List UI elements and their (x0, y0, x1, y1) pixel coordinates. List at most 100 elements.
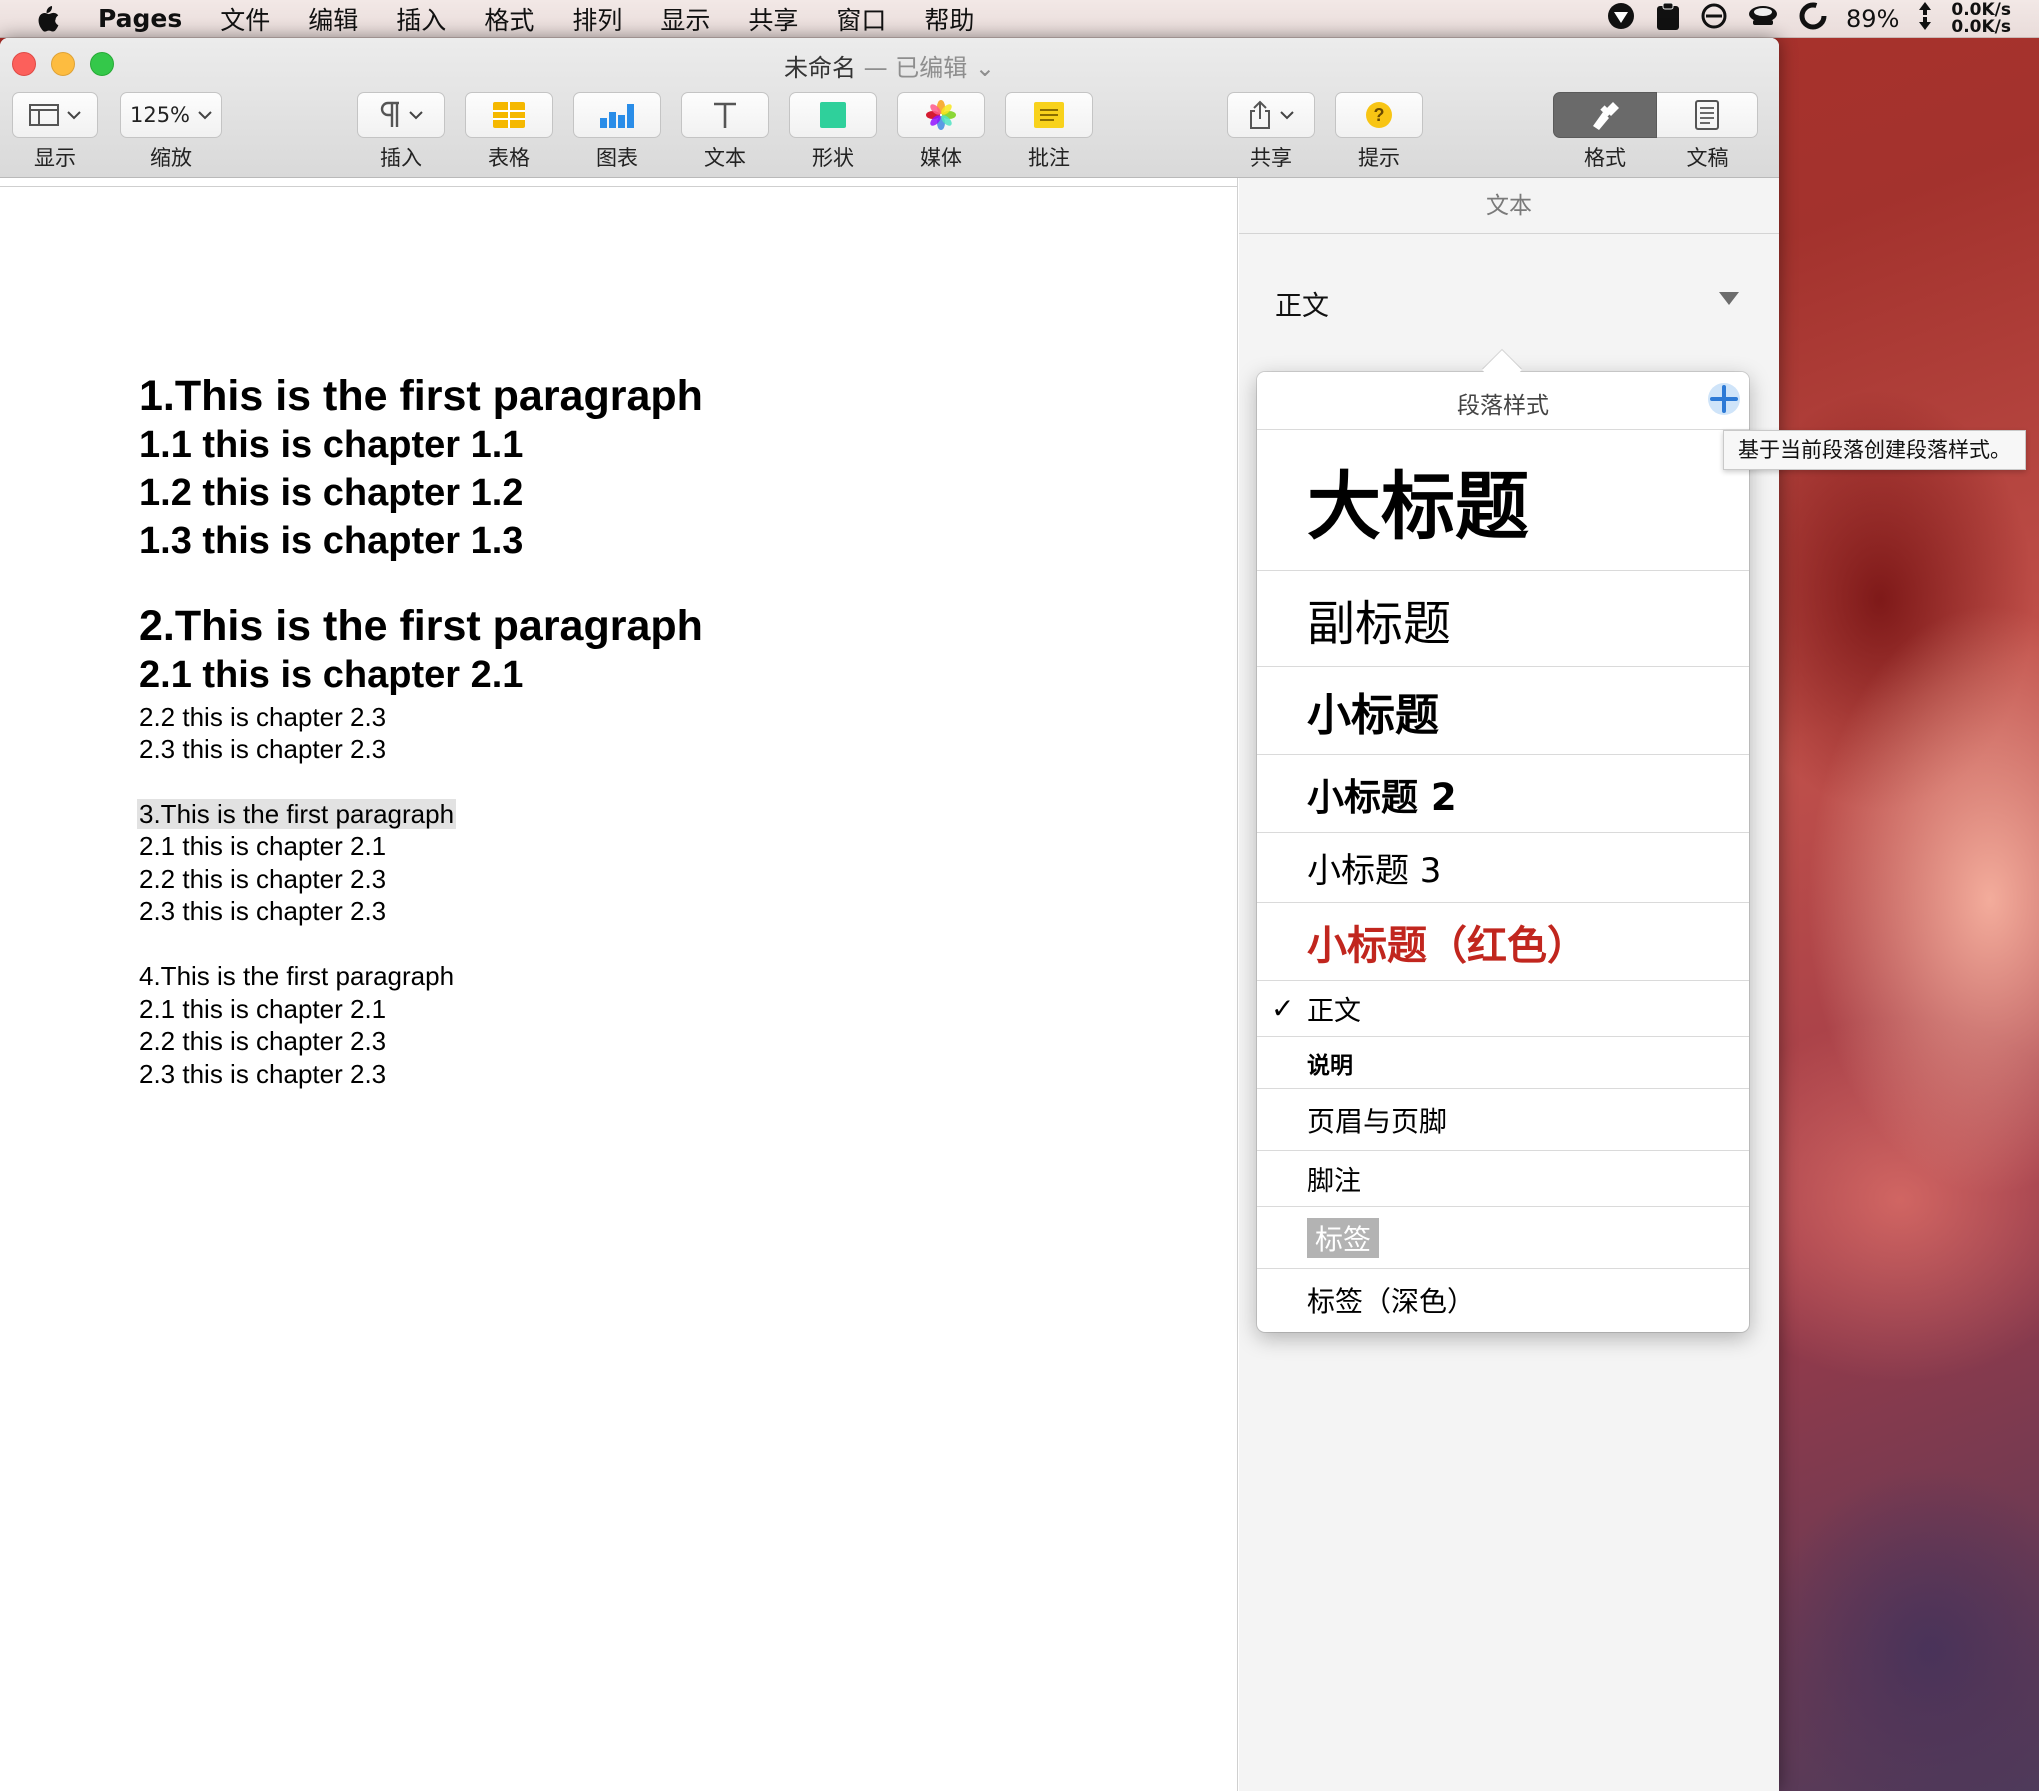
zoom-value: 125% (129, 103, 191, 127)
doc-body-line[interactable]: 4.This is the first paragraph (139, 961, 454, 992)
style-title-label: 大标题 (1307, 463, 1529, 550)
sidebar-layout-icon (29, 104, 59, 126)
view-button[interactable] (12, 92, 98, 138)
format-inspector-button[interactable] (1553, 92, 1657, 138)
comment-button[interactable] (1005, 92, 1093, 138)
menu-share[interactable]: 共享 (748, 1, 798, 37)
popover-title: 段落样式 (1457, 393, 1549, 419)
style-heading-2[interactable]: 小标题 2 (1257, 755, 1749, 833)
status-area: 89% 0.0K/s 0.0K/s (1606, 0, 2011, 38)
style-footnote-label: 脚注 (1307, 1166, 1361, 1197)
table-button[interactable] (465, 92, 553, 138)
comment-label: 批注 (1028, 146, 1070, 170)
triangle-down-icon (1719, 292, 1739, 305)
style-label[interactable]: 标签 (1257, 1207, 1749, 1269)
menu-format[interactable]: 格式 (484, 1, 534, 37)
style-heading-3-label: 小标题 3 (1307, 851, 1442, 891)
document-name: 未命名 (783, 54, 856, 82)
doc-body-line[interactable]: 2.1 this is chapter 2.1 (139, 994, 386, 1025)
share-button[interactable] (1227, 92, 1315, 138)
style-body[interactable]: ✓ 正文 (1257, 981, 1749, 1037)
apple-menu-icon[interactable] (30, 0, 64, 38)
paragraph-style-selector[interactable]: 正文 (1239, 234, 1779, 364)
net-down-speed: 0.0K/s (1951, 17, 2011, 37)
menu-app-name[interactable]: Pages (98, 4, 182, 33)
doc-body-line[interactable]: 2.1 this is chapter 2.1 (139, 831, 386, 862)
doc-body-line[interactable]: 2.2 this is chapter 2.3 (139, 702, 386, 733)
doc-heading[interactable]: 2.This is the first paragraph (139, 602, 703, 651)
tips-label: 提示 (1358, 146, 1400, 170)
style-heading[interactable]: 小标题 (1257, 667, 1749, 755)
doc-body-line[interactable]: 2.3 this is chapter 2.3 (139, 1059, 386, 1090)
bar-chart-icon (600, 104, 634, 128)
menu-edit[interactable]: 编辑 (308, 1, 358, 37)
style-footnote[interactable]: 脚注 (1257, 1151, 1749, 1207)
style-body-label: 正文 (1307, 996, 1361, 1027)
window-toolbar: 未命名 — 已编辑 ⌄ 显示 125% 缩放 插入 表格 图表 文本 形状 媒体… (0, 38, 1779, 178)
style-caption-label: 说明 (1307, 1052, 1353, 1079)
paragraph-icon (380, 101, 399, 127)
add-style-tooltip: 基于当前段落创建段落样式。 (1723, 430, 2026, 470)
shield-status-icon[interactable] (1606, 1, 1636, 37)
sync-status-icon[interactable] (1798, 1, 1828, 37)
style-heading-red[interactable]: 小标题（红色） (1257, 903, 1749, 981)
style-heading-3[interactable]: 小标题 3 (1257, 833, 1749, 903)
document-inspector-button[interactable] (1657, 92, 1758, 138)
style-header-footer[interactable]: 页眉与页脚 (1257, 1089, 1749, 1151)
shape-square-icon (820, 102, 846, 128)
chevron-down-icon (198, 111, 212, 120)
doc-body-line[interactable]: 2.3 this is chapter 2.3 (139, 734, 386, 765)
popover-header: 段落样式 (1257, 372, 1749, 430)
doc-selected-paragraph[interactable]: 3.This is the first paragraph (137, 799, 457, 830)
text-label: 文本 (704, 146, 746, 170)
plus-icon (1708, 383, 1740, 415)
text-box-button[interactable] (681, 92, 769, 138)
doc-subheading[interactable]: 1.1 this is chapter 1.1 (139, 424, 523, 467)
add-style-button[interactable] (1705, 380, 1743, 418)
battery-percent[interactable]: 89% (1846, 5, 1899, 33)
coffee-cup-status-icon[interactable] (1746, 2, 1780, 36)
zoom-label: 缩放 (150, 146, 192, 170)
format-label: 格式 (1584, 146, 1626, 170)
menu-insert[interactable]: 插入 (396, 1, 446, 37)
media-button[interactable] (897, 92, 985, 138)
menu-window[interactable]: 窗口 (836, 1, 886, 37)
insert-label: 插入 (380, 146, 422, 170)
no-sign-status-icon[interactable] (1700, 2, 1728, 36)
zoom-select[interactable]: 125% (120, 92, 222, 138)
window-title[interactable]: 未命名 — 已编辑 ⌄ (0, 48, 1779, 83)
menu-file[interactable]: 文件 (220, 1, 270, 37)
document-canvas[interactable]: 1.This is the first paragraph 1.1 this i… (0, 178, 1238, 1791)
network-arrows-icon (1917, 1, 1933, 37)
doc-subheading[interactable]: 1.2 this is chapter 1.2 (139, 472, 523, 515)
shape-button[interactable] (789, 92, 877, 138)
shape-label: 形状 (812, 146, 854, 170)
style-subtitle[interactable]: 副标题 (1257, 571, 1749, 667)
chevron-down-icon (67, 111, 81, 120)
chart-button[interactable] (573, 92, 661, 138)
question-mark-icon: ? (1366, 102, 1392, 128)
style-caption[interactable]: 说明 (1257, 1037, 1749, 1089)
doc-body-line[interactable]: 2.3 this is chapter 2.3 (139, 896, 386, 927)
style-heading-2-label: 小标题 2 (1307, 775, 1457, 819)
clipboard-status-icon[interactable] (1654, 1, 1682, 37)
menu-view[interactable]: 显示 (660, 1, 710, 37)
doc-body-line[interactable]: 2.2 this is chapter 2.3 (139, 864, 386, 895)
page-edge (0, 186, 1238, 187)
style-heading-red-label: 小标题（红色） (1307, 922, 1587, 969)
selection-highlight[interactable]: 3.This is the first paragraph (137, 799, 457, 829)
inspector-tab-text[interactable]: 文本 (1239, 178, 1779, 234)
style-label-dark[interactable]: 标签（深色） (1257, 1269, 1749, 1331)
doc-body-line[interactable]: 2.2 this is chapter 2.3 (139, 1026, 386, 1057)
style-label-dark-label: 标签（深色） (1307, 1285, 1476, 1318)
style-title[interactable]: 大标题 (1257, 430, 1749, 571)
doc-heading[interactable]: 1.This is the first paragraph (139, 372, 703, 421)
tips-button[interactable]: ? (1335, 92, 1423, 138)
doc-subheading[interactable]: 1.3 this is chapter 1.3 (139, 520, 523, 563)
checkmark-icon: ✓ (1271, 992, 1295, 1025)
menu-arrange[interactable]: 排列 (572, 1, 622, 37)
insert-button[interactable] (357, 92, 445, 138)
photos-flower-icon (926, 100, 956, 130)
doc-subheading[interactable]: 2.1 this is chapter 2.1 (139, 654, 523, 697)
menu-help[interactable]: 帮助 (924, 1, 974, 37)
